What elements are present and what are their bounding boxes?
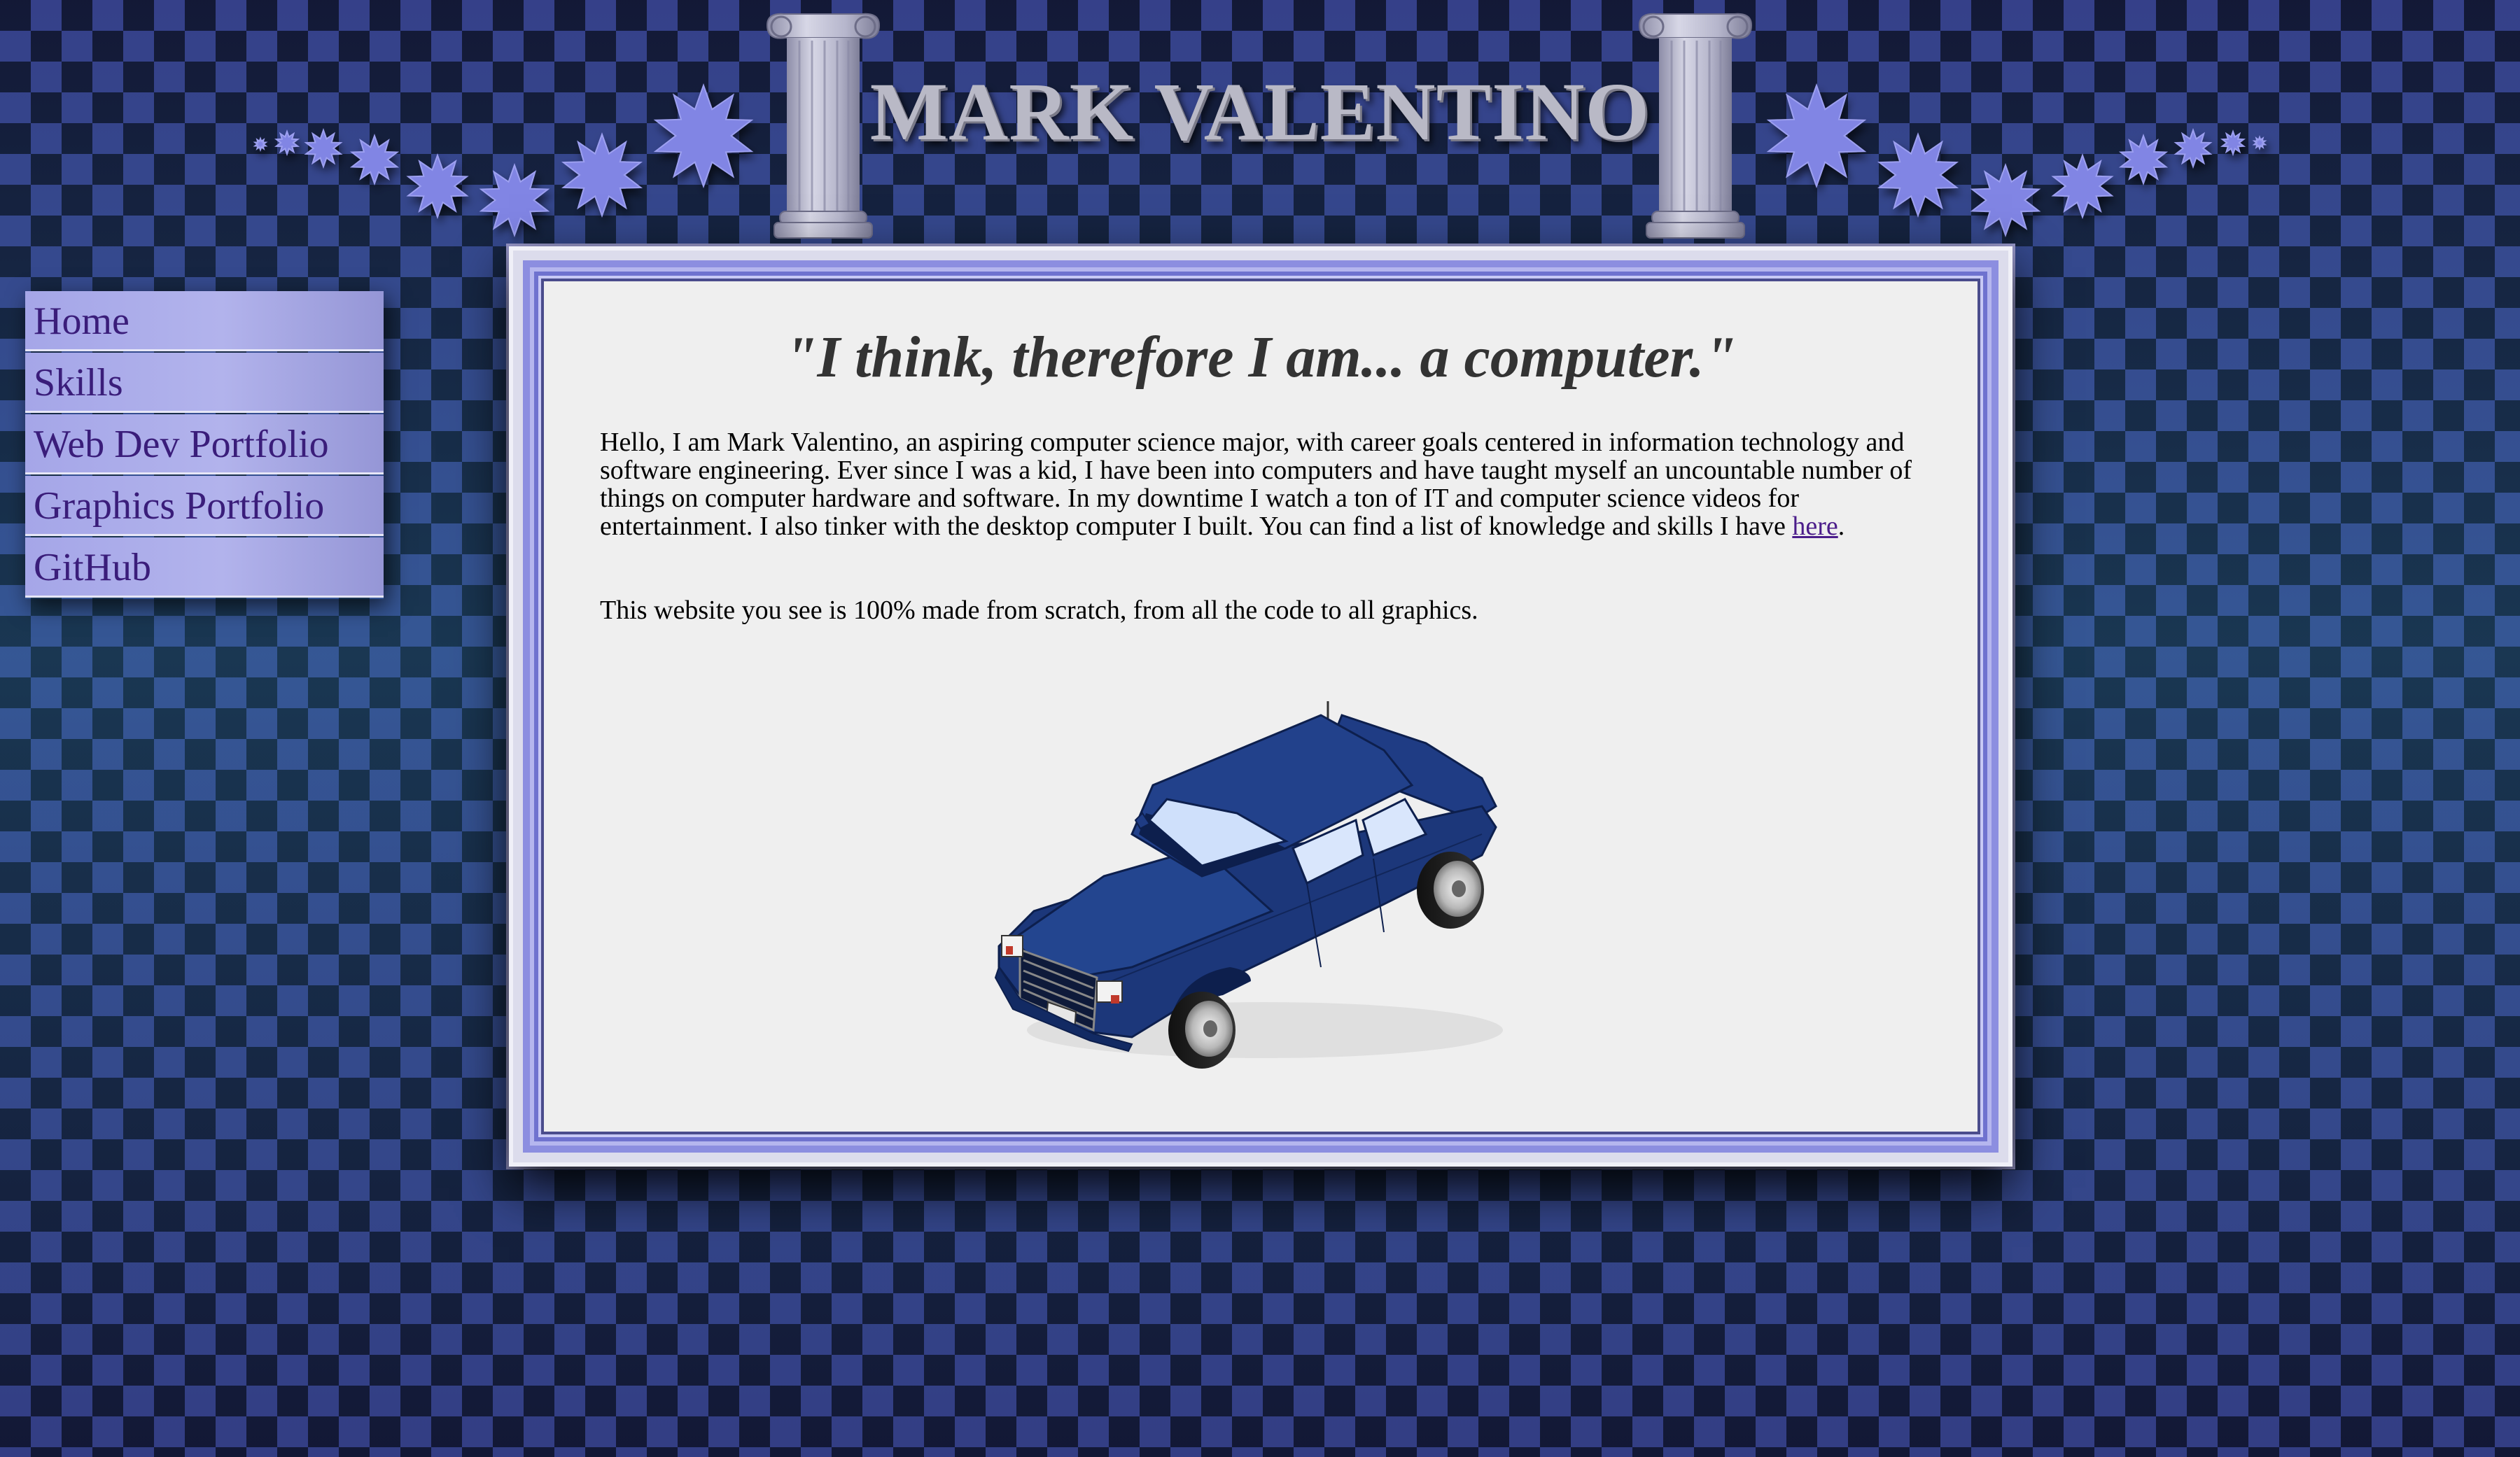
star-icon — [2118, 134, 2169, 185]
star-icon — [349, 134, 400, 185]
intro-paragraph: Hello, I am Mark Valentino, an aspiring … — [600, 428, 1930, 540]
site-title: MARK VALENTINO — [869, 66, 1651, 157]
frame-inner-border: "I think, therefore I am... a computer."… — [534, 272, 1987, 1141]
car-illustration — [994, 701, 1503, 1069]
star-icon — [253, 136, 268, 152]
star-icon — [1877, 132, 1959, 218]
content-frame: "I think, therefore I am... a computer."… — [509, 246, 2012, 1167]
main-nav: Home Skills Web Dev Portfolio Graphics P… — [25, 291, 384, 599]
star-icon — [1970, 163, 2041, 237]
star-icon — [2174, 128, 2213, 169]
content-panel: "I think, therefore I am... a computer."… — [541, 279, 1980, 1134]
star-icon — [1766, 83, 1867, 188]
site-header: MARK VALENTINO — [0, 0, 2520, 245]
intro-text: Hello, I am Mark Valentino, an aspiring … — [600, 428, 1912, 541]
star-icon — [653, 83, 754, 188]
nav-item-home[interactable]: Home — [25, 291, 384, 351]
nav-item-github[interactable]: GitHub — [25, 537, 384, 598]
nav-item-web-dev-portfolio[interactable]: Web Dev Portfolio — [25, 414, 384, 474]
nav-item-graphics-portfolio[interactable]: Graphics Portfolio — [25, 476, 384, 536]
star-icon — [2220, 129, 2246, 156]
intro-end: . — [1837, 512, 1845, 541]
star-icon — [274, 129, 300, 156]
frame-border: "I think, therefore I am... a computer."… — [523, 260, 1998, 1153]
skills-here-link[interactable]: here — [1792, 512, 1837, 541]
star-icon — [479, 163, 550, 237]
star-icon — [304, 128, 343, 169]
star-icon — [2051, 153, 2114, 219]
page-quote: "I think, therefore I am... a computer." — [784, 325, 1737, 390]
scratch-note: This website you see is 100% made from s… — [600, 596, 1478, 625]
star-icon — [406, 153, 469, 219]
nav-item-skills[interactable]: Skills — [25, 353, 384, 413]
star-icon — [561, 132, 643, 218]
star-icon — [2252, 135, 2267, 150]
